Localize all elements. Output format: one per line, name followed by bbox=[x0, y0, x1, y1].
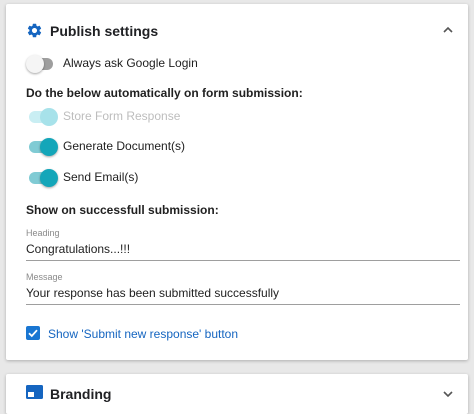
branding-title: Branding bbox=[50, 386, 112, 402]
heading-field-label: Heading bbox=[26, 228, 60, 238]
generate-documents-label: Generate Document(s) bbox=[63, 139, 186, 153]
toggle-thumb bbox=[40, 169, 58, 187]
chevron-up-icon[interactable] bbox=[442, 24, 454, 36]
chevron-down-icon[interactable] bbox=[442, 388, 454, 400]
message-field-label: Message bbox=[26, 272, 63, 282]
message-field[interactable]: Message Your response has been submitted… bbox=[26, 272, 460, 305]
toggle-thumb bbox=[40, 138, 58, 156]
message-input[interactable]: Your response has been submitted success… bbox=[26, 284, 460, 305]
toggle-thumb bbox=[40, 108, 58, 126]
branding-icon bbox=[26, 385, 43, 399]
publish-settings-header[interactable]: Publish settings bbox=[6, 4, 468, 56]
publish-settings-panel: Publish settings Always ask Google Login… bbox=[6, 4, 468, 360]
gear-icon bbox=[27, 23, 42, 38]
toggle-thumb bbox=[26, 55, 44, 73]
google-login-toggle[interactable]: Always ask Google Login bbox=[26, 54, 326, 74]
auto-actions-heading: Do the below automatically on form submi… bbox=[26, 86, 303, 100]
store-form-response-label: Store Form Response bbox=[63, 109, 181, 123]
submit-new-response-label: Show 'Submit new response' button bbox=[48, 327, 239, 341]
branding-panel[interactable]: Branding bbox=[6, 374, 468, 414]
store-form-response-toggle: Store Form Response bbox=[26, 107, 326, 127]
check-icon bbox=[28, 329, 38, 338]
heading-field[interactable]: Heading Congratulations...!!! bbox=[26, 228, 460, 261]
generate-documents-toggle[interactable]: Generate Document(s) bbox=[26, 137, 326, 157]
send-emails-toggle[interactable]: Send Email(s) bbox=[26, 168, 326, 188]
send-emails-label: Send Email(s) bbox=[63, 170, 139, 184]
publish-settings-title: Publish settings bbox=[50, 23, 159, 39]
heading-input[interactable]: Congratulations...!!! bbox=[26, 240, 460, 261]
google-login-label: Always ask Google Login bbox=[63, 56, 198, 70]
success-heading: Show on successfull submission: bbox=[26, 203, 219, 217]
submit-new-response-checkbox[interactable] bbox=[26, 326, 40, 340]
